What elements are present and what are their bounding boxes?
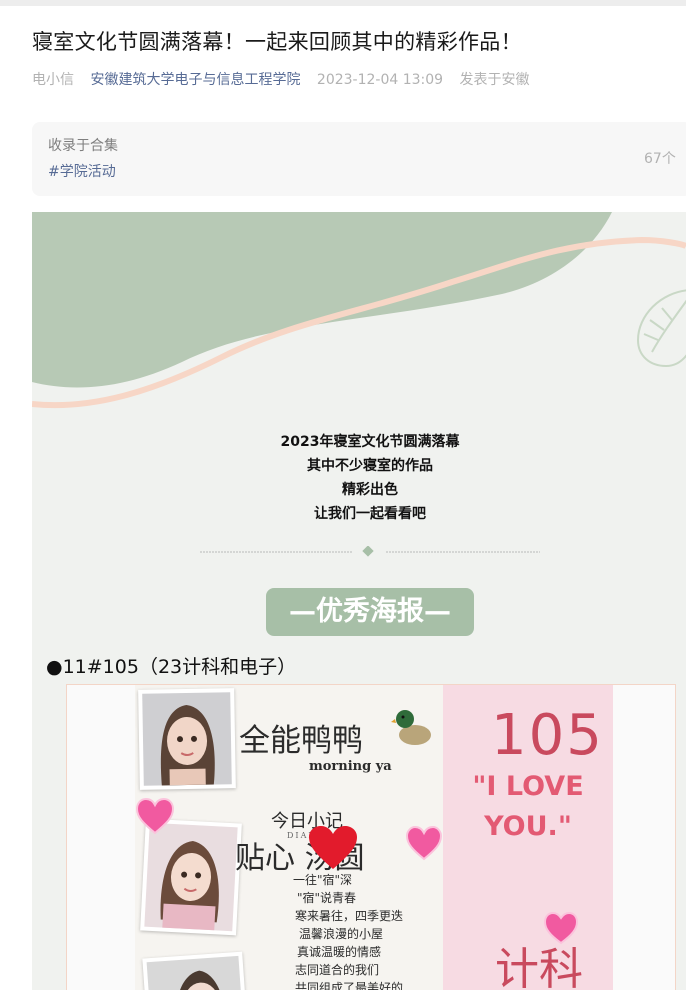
room-number: 105 bbox=[491, 703, 604, 768]
love-line: YOU." bbox=[484, 811, 572, 842]
intro-text: 2023年寝室文化节圆满落幕 其中不少寝室的作品 精彩出色 让我们一起看看吧 bbox=[32, 430, 686, 526]
portrait-photo bbox=[142, 951, 248, 990]
poster-image[interactable]: 全能鸭鸭 morning ya 今日小记 DIARY 贴心 汤圆 一往"宿"深 … bbox=[66, 684, 676, 990]
collection-label: 收录于合集 bbox=[48, 138, 118, 154]
excellent-poster-badge: —优秀海报— bbox=[266, 588, 474, 636]
portrait-photo bbox=[140, 818, 242, 936]
intro-line: 精彩出色 bbox=[342, 482, 398, 498]
account-link[interactable]: 安徽建筑大学电子与信息工程学院 bbox=[90, 72, 300, 88]
intro-line: 2023年寝室文化节圆满落幕 bbox=[280, 434, 460, 450]
section-divider bbox=[200, 546, 540, 557]
pink-heart-icon bbox=[135, 797, 175, 835]
poster-title: 全能鸭鸭 bbox=[239, 723, 363, 759]
red-heart-icon bbox=[309, 826, 357, 869]
article-body: 2023年寝室文化节圆满落幕 其中不少寝室的作品 精彩出色 让我们一起看看吧 —… bbox=[32, 212, 686, 990]
diary-line: 志同道合的我们 bbox=[295, 963, 380, 977]
collection-tag-link[interactable]: #学院活动 bbox=[48, 161, 116, 181]
diary-line: 真诚温暖的情感 bbox=[297, 945, 382, 959]
publish-location: 发表于安徽 bbox=[459, 72, 530, 88]
intro-line: 让我们一起看看吧 bbox=[314, 506, 426, 522]
author-name: 电小信 bbox=[32, 72, 74, 88]
morning-text: morning ya bbox=[309, 759, 392, 774]
diary-line: 寒来暑往，四季更迭 bbox=[295, 909, 404, 923]
publish-time: 2023-12-04 13:09 bbox=[316, 72, 444, 88]
collection-card[interactable]: 收录于合集 #学院活动 67个 bbox=[32, 122, 686, 196]
love-line: "I LOVE bbox=[472, 771, 584, 802]
top-bar bbox=[0, 0, 686, 6]
poster-canvas: 全能鸭鸭 morning ya 今日小记 DIARY 贴心 汤圆 一往"宿"深 … bbox=[135, 685, 613, 990]
leaf-icon bbox=[636, 289, 686, 368]
love-text: "I LOVE YOU." bbox=[453, 767, 603, 847]
article-title: 寝室文化节圆满落幕！一起来回顾其中的精彩作品！ bbox=[32, 30, 522, 54]
article-meta: 电小信 安徽建筑大学电子与信息工程学院 2023-12-04 13:09 发表于… bbox=[32, 69, 682, 91]
duck-icon bbox=[391, 710, 431, 745]
section-heading: ●11#105（23计科和电子） bbox=[46, 656, 297, 678]
diary-line: 一往"宿"深 bbox=[293, 873, 353, 887]
intro-line: 其中不少寝室的作品 bbox=[307, 458, 433, 474]
collection-count: 67个 bbox=[644, 151, 676, 167]
hero-decoration bbox=[32, 212, 686, 409]
pink-heart-icon bbox=[405, 825, 443, 861]
diary-line: 温馨浪漫的小屋 bbox=[299, 927, 384, 941]
portrait-photo bbox=[138, 688, 236, 790]
major-text: 计科 bbox=[495, 944, 583, 990]
diary-line: 共同组成了最美好的 bbox=[295, 981, 404, 990]
diary-line: "宿"说青春 bbox=[297, 891, 357, 905]
